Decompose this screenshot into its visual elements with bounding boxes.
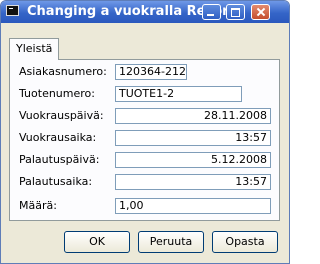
palautuspaiva-field[interactable]: 5.12.2008 <box>115 152 271 168</box>
minimize-button[interactable] <box>202 4 221 20</box>
help-button[interactable]: Opasta <box>212 231 278 253</box>
tab-yleista[interactable]: Yleistä <box>9 38 59 60</box>
maara-label: Määrä: <box>19 199 57 212</box>
palautusaika-label: Palautusaika: <box>19 175 93 188</box>
maximize-button[interactable] <box>226 4 245 20</box>
vuokrauspaiva-label: Vuokrauspäivä: <box>19 109 104 122</box>
dialog-window: Changing a vuokralla Record Yleistä Asia… <box>0 0 290 264</box>
palautusaika-field[interactable]: 13:57 <box>115 174 271 190</box>
vuokrauspaiva-field[interactable]: 28.11.2008 <box>115 108 271 124</box>
palautuspaiva-label: Palautuspäivä: <box>19 153 100 166</box>
title-bar[interactable]: Changing a vuokralla Record <box>1 1 289 23</box>
asiakasnumero-field[interactable]: 120364-212 <box>115 64 187 80</box>
cancel-button[interactable]: Peruuta <box>138 231 204 253</box>
ok-button[interactable]: OK <box>64 231 130 253</box>
close-button[interactable] <box>251 4 270 20</box>
tuotenumero-label: Tuotenumero: <box>19 87 95 100</box>
maara-field[interactable]: 1,00 <box>115 198 271 214</box>
vuokrausaika-label: Vuokrausaika: <box>19 131 97 144</box>
asiakasnumero-label: Asiakasnumero: <box>19 65 107 78</box>
tuotenumero-field[interactable]: TUOTE1-2 <box>115 86 242 102</box>
vuokrausaika-field[interactable]: 13:57 <box>115 130 271 146</box>
app-icon[interactable] <box>6 5 19 16</box>
tab-label: Yleistä <box>16 42 53 55</box>
